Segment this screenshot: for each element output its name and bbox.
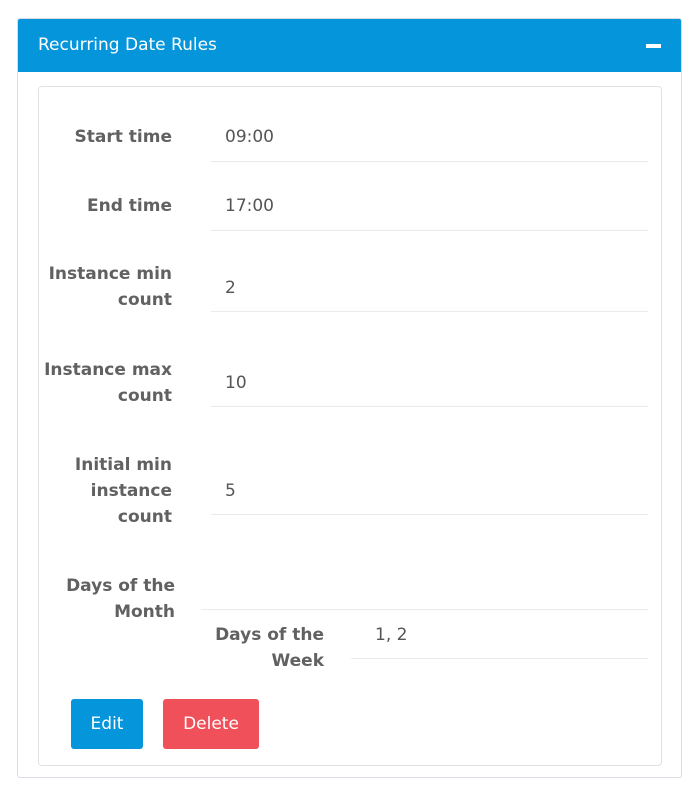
field-value-instance-min-count: 2: [225, 278, 236, 298]
panel-header: Recurring Date Rules: [18, 19, 681, 72]
recurring-date-rules-panel: Recurring Date Rules Start time 09:00 En…: [17, 18, 682, 778]
collapse-icon[interactable]: [646, 44, 661, 48]
field-divider: [211, 311, 648, 312]
field-label-instance-min-count: Instance min count: [48, 264, 172, 310]
rules-detail-box: Start time 09:00 End time 17:00 Instance…: [38, 86, 662, 766]
days-of-month-label: Days of the Month: [66, 576, 175, 622]
field-label-initial-min-instance-count: Initial min instance count: [74, 455, 172, 527]
days-of-week-label: Days of the Week: [215, 625, 324, 671]
field-label-start-time: Start time: [74, 127, 172, 147]
field-label-end-time: End time: [87, 196, 172, 216]
field-divider: [211, 514, 648, 515]
field-divider: [211, 161, 648, 162]
field-value-initial-min-instance-count: 5: [225, 481, 236, 501]
field-value-end-time: 17:00: [225, 196, 274, 216]
field-divider: [211, 406, 648, 407]
field-divider: [211, 230, 648, 231]
field-label-instance-max-count: Instance max count: [44, 360, 172, 406]
group-divider: [201, 609, 648, 610]
field-value-instance-max-count: 10: [225, 373, 247, 393]
days-of-week-value: 1, 2: [375, 625, 408, 645]
panel-title: Recurring Date Rules: [38, 35, 217, 55]
field-value-start-time: 09:00: [225, 127, 274, 147]
field-divider: [351, 658, 648, 659]
edit-button[interactable]: Edit: [71, 699, 143, 749]
delete-button[interactable]: Delete: [163, 699, 259, 749]
